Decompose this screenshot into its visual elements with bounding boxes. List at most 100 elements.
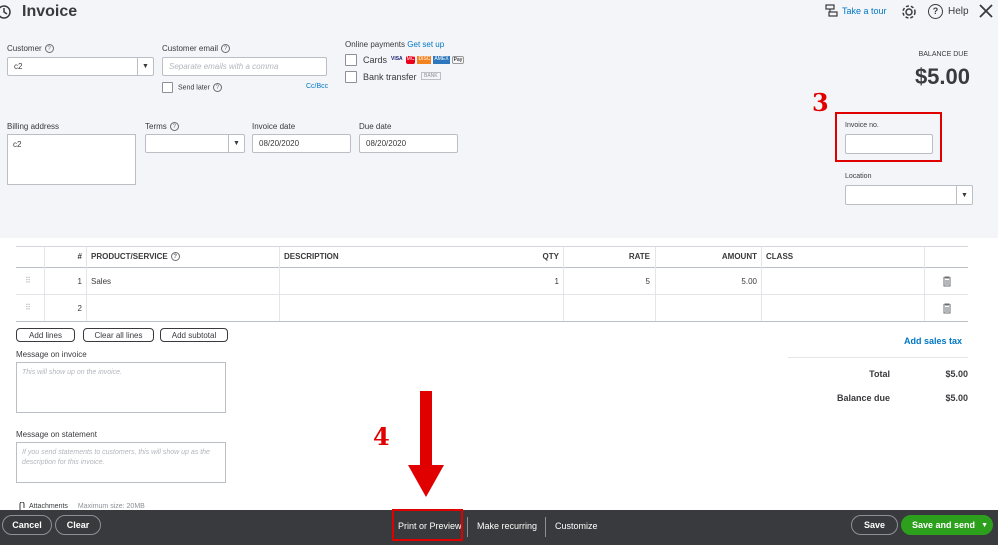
col-divider xyxy=(924,247,925,321)
add-subtotal-button[interactable]: Add subtotal xyxy=(160,328,228,342)
row-product[interactable]: Sales xyxy=(91,277,111,286)
col-header-amount: AMOUNT xyxy=(721,252,757,261)
save-and-send-button[interactable]: Save and send ▼ xyxy=(901,515,993,535)
col-header-number: # xyxy=(77,252,82,261)
table-row[interactable]: ⠿ 2 xyxy=(16,295,968,321)
due-date-label: Due date xyxy=(359,122,392,131)
balance-due-label: BALANCE DUE xyxy=(918,51,968,58)
drag-handle-icon[interactable]: ⠿ xyxy=(25,303,31,312)
customer-email-input[interactable]: Separate emails with a comma xyxy=(162,57,327,76)
attachments-max-size: Maximum size: 20MB xyxy=(77,503,145,510)
product-help-icon[interactable]: ? xyxy=(170,252,180,262)
invoice-date-input[interactable]: 08/20/2020 xyxy=(252,134,351,153)
footer-separator xyxy=(467,517,468,537)
close-icon[interactable] xyxy=(978,3,994,19)
invoice-date-value: 08/20/2020 xyxy=(259,139,300,148)
help-button[interactable]: ? Help xyxy=(928,4,969,19)
annotation-box-print-preview xyxy=(392,509,463,541)
bank-transfer-checkbox[interactable] xyxy=(345,71,357,83)
get-set-up-link[interactable]: Get set up xyxy=(407,40,444,49)
customize-button[interactable]: Customize xyxy=(555,511,598,541)
save-button[interactable]: Save xyxy=(851,515,898,535)
location-select[interactable]: ▼ xyxy=(845,185,973,205)
row-amount[interactable]: 5.00 xyxy=(680,277,757,286)
terms-help-icon[interactable]: ? xyxy=(169,122,179,132)
customer-email-placeholder: Separate emails with a comma xyxy=(169,62,279,71)
card-brands: VISA MC DISC AMEX Pay xyxy=(390,56,465,64)
message-invoice-label: Message on invoice xyxy=(16,350,87,359)
row-number: 1 xyxy=(77,277,82,286)
help-label: Help xyxy=(948,6,969,17)
billing-address-input[interactable]: c2 xyxy=(7,134,136,185)
cancel-button[interactable]: Cancel xyxy=(2,515,52,535)
customer-help-icon[interactable]: ? xyxy=(44,44,54,54)
send-later-checkbox[interactable] xyxy=(162,82,173,93)
sales-tax-divider xyxy=(788,357,968,358)
page-title: Invoice xyxy=(22,3,78,20)
message-statement-placeholder: If you send statements to customers, thi… xyxy=(22,449,210,466)
send-later-help-icon[interactable]: ? xyxy=(212,83,222,92)
total-value: $5.00 xyxy=(945,369,968,379)
message-statement-label: Message on statement xyxy=(16,430,97,439)
bank-icon: BANK xyxy=(421,72,441,80)
chevron-down-icon[interactable]: ▼ xyxy=(981,522,988,529)
row-number: 2 xyxy=(77,304,82,313)
tour-icon xyxy=(825,4,838,18)
col-divider xyxy=(279,247,280,321)
bank-transfer-label: Bank transfer xyxy=(363,72,417,82)
due-date-input[interactable]: 08/20/2020 xyxy=(359,134,458,153)
chevron-down-icon[interactable]: ▼ xyxy=(137,58,153,75)
add-lines-button[interactable]: Add lines xyxy=(16,328,75,342)
add-sales-tax-link[interactable]: Add sales tax xyxy=(880,336,962,346)
balance-due-total-label: Balance due xyxy=(836,393,890,403)
col-divider xyxy=(44,247,45,321)
col-header-rate: RATE xyxy=(628,252,650,261)
terms-select[interactable]: ▼ xyxy=(145,134,245,153)
row-qty[interactable]: 1 xyxy=(500,277,559,286)
total-label: Total xyxy=(869,369,890,379)
customer-email-label: Customer email? xyxy=(162,44,231,54)
customer-value: c2 xyxy=(14,62,23,71)
col-header-description: DESCRIPTION xyxy=(284,252,339,261)
invoice-date-label: Invoice date xyxy=(252,122,296,131)
annotation-step-3: 3 xyxy=(812,88,829,117)
balance-due-total-value: $5.00 xyxy=(945,393,968,403)
take-tour-link[interactable]: Take a tour xyxy=(825,4,887,18)
customer-select[interactable]: c2 ▼ xyxy=(7,57,154,76)
history-icon[interactable] xyxy=(0,4,12,20)
trash-icon[interactable] xyxy=(942,276,952,287)
make-recurring-button[interactable]: Make recurring xyxy=(477,511,537,541)
attachments-label: Attachments xyxy=(29,503,68,510)
clear-button[interactable]: Clear xyxy=(55,515,101,535)
email-help-icon[interactable]: ? xyxy=(221,44,231,54)
amex-icon: AMEX xyxy=(433,56,450,64)
annotation-box-invoice-no xyxy=(835,112,942,162)
trash-icon[interactable] xyxy=(942,303,952,314)
message-invoice-input[interactable]: This will show up on the invoice. xyxy=(16,362,226,413)
col-divider xyxy=(86,247,87,321)
drag-handle-icon[interactable]: ⠿ xyxy=(25,276,31,285)
table-row[interactable]: ⠿ 1 Sales 1 5 5.00 xyxy=(16,268,968,294)
billing-address-label: Billing address xyxy=(7,122,60,131)
online-payments-label: Online payments Get set up xyxy=(345,40,445,49)
table-bottom-border xyxy=(16,321,968,322)
visa-icon: VISA xyxy=(391,56,403,62)
arrow-down-icon xyxy=(405,391,447,499)
cc-bcc-link[interactable]: Cc/Bcc xyxy=(306,83,328,90)
clear-all-lines-button[interactable]: Clear all lines xyxy=(83,328,154,342)
chevron-down-icon[interactable]: ▼ xyxy=(228,135,244,152)
col-divider xyxy=(655,247,656,321)
col-divider xyxy=(761,247,762,321)
chevron-down-icon[interactable]: ▼ xyxy=(956,186,972,204)
gear-icon[interactable] xyxy=(901,4,917,20)
annotation-step-4: 4 xyxy=(373,422,390,451)
location-label: Location xyxy=(845,173,872,180)
cards-checkbox[interactable] xyxy=(345,54,357,66)
row-rate[interactable]: 5 xyxy=(580,277,650,286)
message-invoice-placeholder: This will show up on the invoice. xyxy=(22,369,122,376)
billing-address-value: c2 xyxy=(13,140,22,149)
send-later-label: Send later? xyxy=(178,83,222,92)
customer-label: Customer? xyxy=(7,44,54,54)
message-statement-input[interactable]: If you send statements to customers, thi… xyxy=(16,442,226,483)
footer-separator xyxy=(545,517,546,537)
